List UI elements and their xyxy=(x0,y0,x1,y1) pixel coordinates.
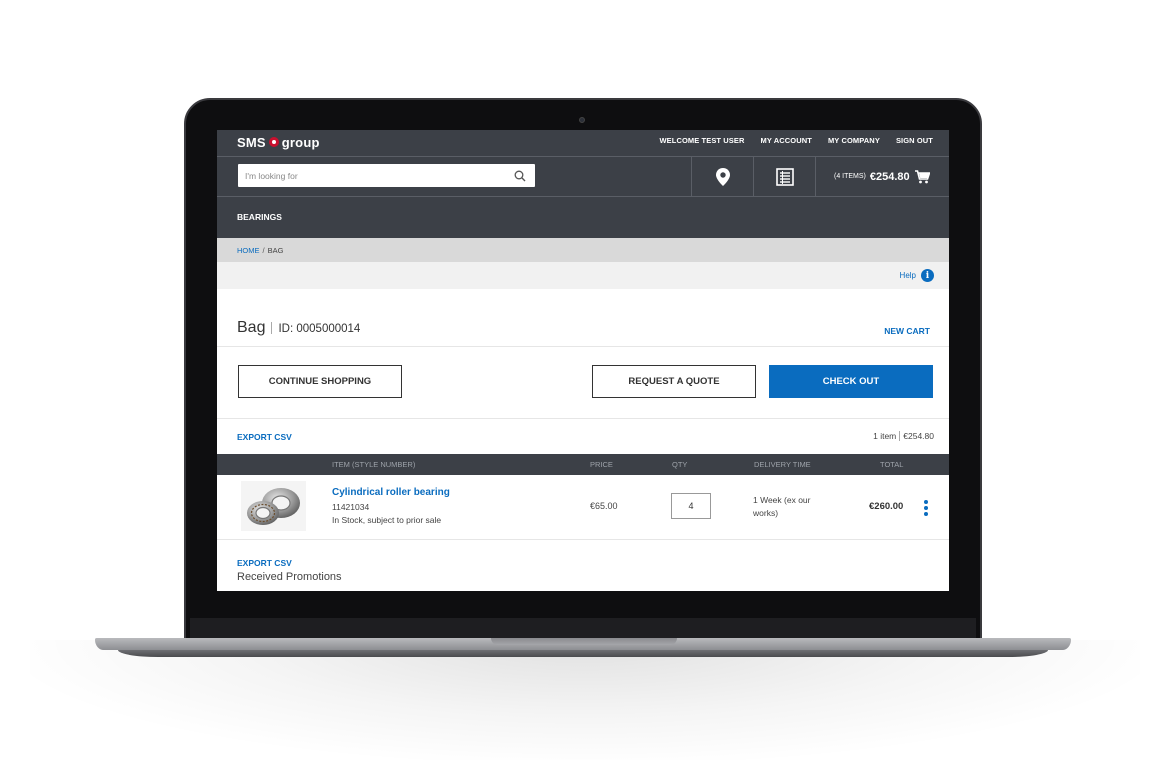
delivery-time: 1 Week (ex our works) xyxy=(753,495,811,518)
column-header-total: TOTAL xyxy=(880,460,904,469)
quantity-input[interactable] xyxy=(671,493,711,519)
column-header-item: ITEM (STYLE NUMBER) xyxy=(332,460,416,469)
cart-total: €254.80 xyxy=(869,170,910,183)
laptop-base-bottom xyxy=(118,650,1048,657)
welcome-user-link[interactable]: WELCOME TEST USER xyxy=(659,136,744,145)
new-cart-link[interactable]: NEW CART xyxy=(884,326,930,336)
order-list-icon xyxy=(775,167,794,186)
summary-items: 1 item xyxy=(873,431,897,441)
bearing-thumbnail xyxy=(247,488,300,525)
bag-id: ID: 0005000014 xyxy=(278,323,361,335)
breadcrumb-separator: / xyxy=(262,246,265,255)
site-header: SMS group WELCOME TEST USER MY ACCOUNT M… xyxy=(217,130,949,238)
continue-shopping-button[interactable]: CONTINUE SHOPPING xyxy=(238,365,402,398)
checkout-button[interactable]: CHECK OUT xyxy=(769,365,933,398)
unit-price: €65.00 xyxy=(590,501,618,511)
brand-logo[interactable]: SMS group xyxy=(237,134,320,150)
section-divider-2 xyxy=(217,418,949,419)
logo-text-left: SMS xyxy=(237,134,266,150)
webcam xyxy=(579,117,585,123)
laptop-shadow xyxy=(30,640,1140,760)
table-header: ITEM (STYLE NUMBER) PRICE QTY DELIVERY T… xyxy=(217,454,949,475)
mini-cart[interactable]: (4 ITEMS) €254.80 xyxy=(815,157,949,196)
more-vertical-icon[interactable] xyxy=(923,500,929,516)
breadcrumb-home[interactable]: HOME xyxy=(237,246,260,255)
breadcrumb-current: BAG xyxy=(267,246,284,255)
nav-item-bearings[interactable]: BEARINGS xyxy=(237,212,282,222)
help-link[interactable]: Help i xyxy=(900,269,934,282)
browser-screen: SMS group WELCOME TEST USER MY ACCOUNT M… xyxy=(217,130,949,591)
export-csv-link-bottom[interactable]: EXPORT CSV xyxy=(237,558,292,568)
product-sku: 11421034 xyxy=(332,502,370,512)
product-image[interactable] xyxy=(241,481,306,531)
search-icon[interactable] xyxy=(514,170,526,182)
logo-mark-icon xyxy=(268,137,279,147)
kebab-dot xyxy=(924,506,928,510)
store-locator-button[interactable] xyxy=(691,157,753,196)
page-title: Bag ID: 0005000014 xyxy=(237,319,360,337)
bag-title: Bag xyxy=(237,319,266,336)
help-bar: Help i xyxy=(217,262,949,289)
row-divider xyxy=(217,539,949,540)
help-label: Help xyxy=(899,271,916,280)
received-promotions-heading: Received Promotions xyxy=(237,571,342,583)
search-input[interactable] xyxy=(238,164,508,187)
line-total: €260.00 xyxy=(869,501,904,512)
account-links: WELCOME TEST USER MY ACCOUNT MY COMPANY … xyxy=(643,136,933,145)
column-header-price: PRICE xyxy=(590,460,613,469)
cart-icon xyxy=(914,169,930,183)
request-quote-button[interactable]: REQUEST A QUOTE xyxy=(592,365,756,398)
column-header-qty: QTY xyxy=(672,460,688,469)
section-divider xyxy=(217,346,949,347)
table-row: Cylindrical roller bearing 11421034 In S… xyxy=(217,475,949,539)
logo-text-right: group xyxy=(281,134,320,150)
export-csv-link[interactable]: EXPORT CSV xyxy=(237,432,292,442)
laptop-notch xyxy=(491,638,677,645)
kebab-dot xyxy=(924,512,928,516)
cart-summary: 1 item €254.80 xyxy=(873,431,934,441)
location-pin-icon xyxy=(715,167,730,186)
my-company-link[interactable]: MY COMPANY xyxy=(828,136,880,145)
order-list-button[interactable] xyxy=(753,157,815,196)
kebab-dot xyxy=(924,500,928,504)
summary-divider xyxy=(899,431,901,441)
search-box xyxy=(238,164,535,187)
info-icon: i xyxy=(921,269,934,282)
my-account-link[interactable]: MY ACCOUNT xyxy=(761,136,812,145)
laptop-hinge xyxy=(190,618,976,640)
stock-status: In Stock, subject to prior sale xyxy=(332,515,442,525)
title-divider xyxy=(271,322,273,334)
header-divider-2 xyxy=(217,196,949,197)
summary-total: €254.80 xyxy=(903,431,934,441)
column-header-delivery: DELIVERY TIME xyxy=(754,460,811,469)
product-name-link[interactable]: Cylindrical roller bearing xyxy=(332,487,450,498)
sign-out-link[interactable]: SIGN OUT xyxy=(896,136,933,145)
breadcrumb: HOME / BAG xyxy=(237,246,283,255)
breadcrumb-bar: HOME / BAG xyxy=(217,238,949,262)
cart-item-count: (4 ITEMS) xyxy=(834,173,866,180)
